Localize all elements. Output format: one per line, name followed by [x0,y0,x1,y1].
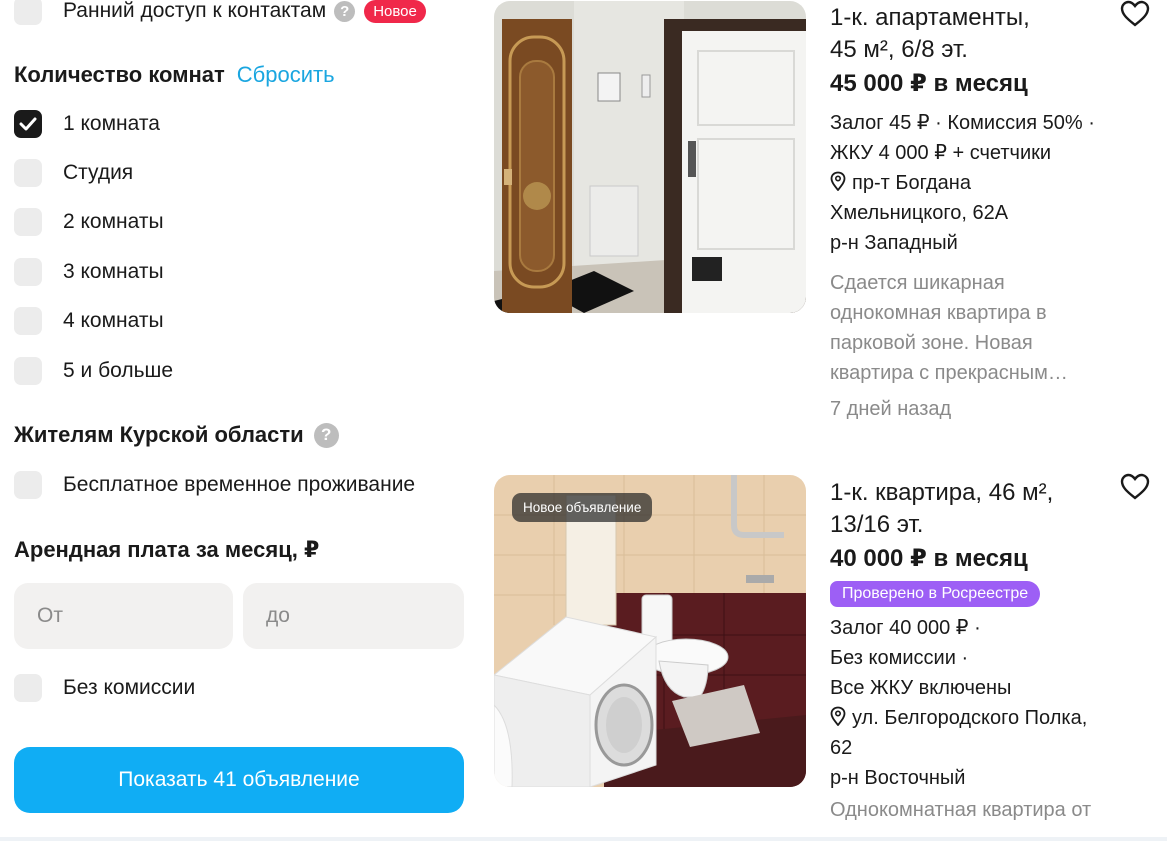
listing-price: 40 000 ₽ в месяц [830,545,1028,572]
listing-terms: Без комиссии · [830,647,969,669]
free-housing-checkbox[interactable] [14,471,42,499]
help-icon[interactable]: ? [334,0,356,22]
no-commission-filter[interactable]: Без комиссии [14,673,195,703]
rooms-option-4[interactable]: 4 комнаты [14,306,164,336]
listing-info: 1-к. апартаменты, 45 м², 6/8 эт. 45 000 … [830,2,1150,424]
no-commission-checkbox[interactable] [14,674,42,702]
rooms-option-label: 3 комнаты [63,260,164,283]
listing-photo[interactable] [494,1,806,313]
address-text: пр-т Богдана [852,172,971,194]
listing-district: р-н Западный [830,232,958,254]
rooms-1-checkbox[interactable] [14,110,42,138]
location-pin-icon [830,706,846,726]
rooms-section-title: Количество комнат Сбросить [14,62,335,88]
address-text: ул. Белгородского Полка, [852,707,1088,729]
no-commission-label: Без комиссии [63,676,196,699]
rooms-option-label: Студия [63,161,134,184]
rooms-4-checkbox[interactable] [14,307,42,335]
listing-title-line[interactable]: 1-к. апартаменты, [830,2,1150,34]
page-divider [0,837,1167,841]
rooms-reset-link[interactable]: Сбросить [237,62,335,88]
listing-address: ул. Белгородского Полка, [830,703,1150,733]
rooms-2-checkbox[interactable] [14,208,42,236]
rooms-option-2[interactable]: 2 комнаты [14,207,164,237]
hallway-photo [494,1,806,313]
listing-description: квартира с прекрасным… [830,362,1068,384]
listing-terms: ЖКУ 4 000 ₽ + счетчики [830,142,1052,164]
listing-address: 62 [830,737,853,759]
new-badge: Новое [364,0,426,23]
rooms-option-1[interactable]: 1 комната [14,109,160,139]
early-access-label: Ранний доступ к контактам [63,0,327,22]
free-housing-label: Бесплатное временное проживание [63,473,416,496]
rooms-option-label: 2 комнаты [63,210,164,233]
rent-title: Арендная плата за месяц, ₽ [14,537,320,562]
price-to-input[interactable]: до [243,583,464,649]
rooms-option-label: 5 и больше [63,359,174,382]
early-access-checkbox[interactable] [14,0,42,25]
listing-posted-date: 7 дней назад [830,398,952,420]
listing-terms: Все ЖКУ включены [830,677,1012,699]
listing-address: Хмельницкого, 62А [830,202,1009,224]
rent-section-title: Арендная плата за месяц, ₽ [14,537,319,563]
help-icon[interactable]: ? [313,422,339,448]
listing-terms: Залог 45 ₽ · Комиссия 50% · [830,112,1095,134]
listing-title-line[interactable]: 1-к. квартира, 46 м², [830,477,1150,509]
listing-description: парковой зоне. Новая [830,332,1033,354]
rooms-3-checkbox[interactable] [14,258,42,286]
listing-photo[interactable]: Новое объявление [494,475,806,787]
rooms-option-5plus[interactable]: 5 и больше [14,356,173,386]
price-from-input[interactable]: От [14,583,233,649]
listing-district: р-н Восточный [830,767,966,789]
listing-address: пр-т Богдана [830,168,1150,198]
rooms-5plus-checkbox[interactable] [14,357,42,385]
rooms-option-3[interactable]: 3 комнаты [14,257,164,287]
verified-rosreestr-badge: Проверено в Росреестре [830,581,1041,607]
listing-info: 1-к. квартира, 46 м², 13/16 эт. 40 000 ₽… [830,477,1150,825]
checkmark-icon [19,117,37,131]
rooms-studio-checkbox[interactable] [14,159,42,187]
listing-terms: Залог 40 000 ₽ · [830,617,981,639]
show-results-button[interactable]: Показать 41 объявление [14,747,464,813]
rooms-option-studio[interactable]: Студия [14,158,133,188]
listing-title-line[interactable]: 45 м², 6/8 эт. [830,34,1150,66]
listing-description: Сдается шикарная [830,272,1005,294]
listing-description: однокомная квартира в [830,302,1047,324]
new-listing-badge: Новое объявление [512,493,653,522]
rooms-option-label: 4 комнаты [63,309,164,332]
free-housing-filter[interactable]: Бесплатное временное проживание [14,470,415,500]
kursk-section-title: Жителям Курской области ? [14,422,339,448]
kursk-title: Жителям Курской области [14,422,304,447]
listing-title-line[interactable]: 13/16 эт. [830,509,1150,541]
listing-price: 45 000 ₽ в месяц [830,70,1028,97]
location-pin-icon [830,171,846,191]
rooms-title: Количество комнат [14,62,225,87]
rooms-option-label: 1 комната [63,112,160,135]
listing-description: Однокомнатная квартира от [830,799,1092,821]
early-access-filter[interactable]: Ранний доступ к контактам ? Новое [14,0,426,26]
